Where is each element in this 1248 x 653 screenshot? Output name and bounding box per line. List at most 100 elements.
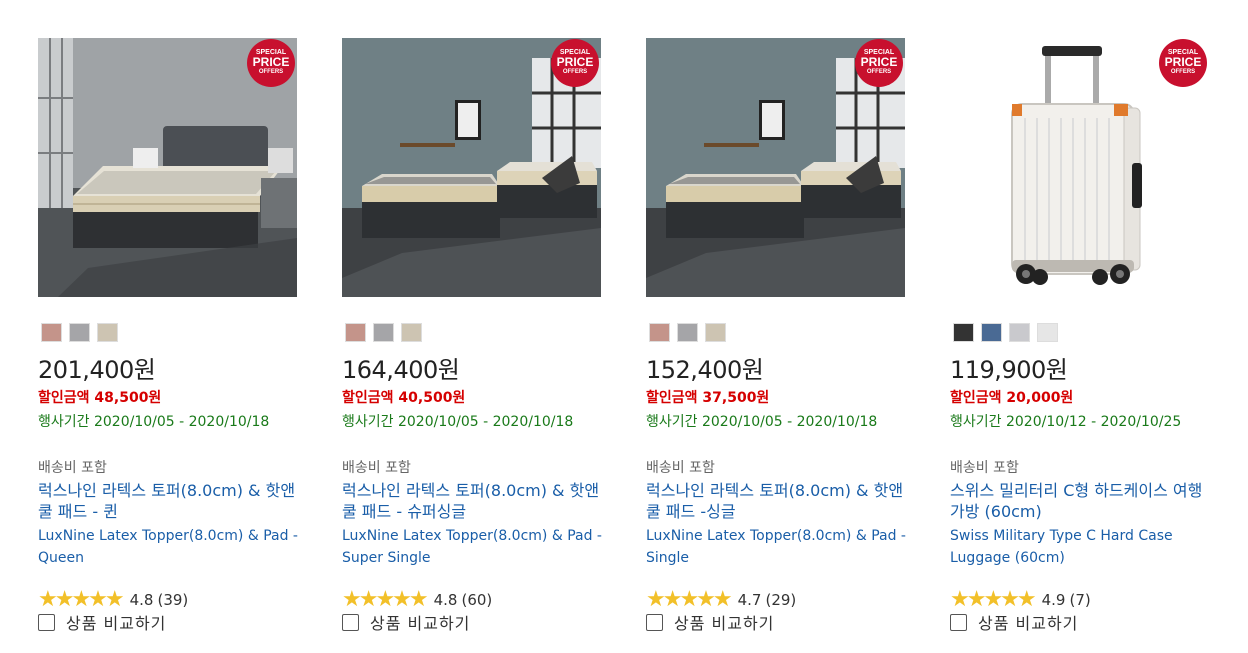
color-swatch[interactable] (97, 323, 118, 342)
compare-label: 상품 비교하기 (674, 614, 775, 633)
badge-line-1: SPECIAL (559, 49, 591, 56)
color-swatch[interactable] (345, 323, 366, 342)
compare-label: 상품 비교하기 (370, 614, 471, 633)
product-name-english[interactable]: LuxNine Latex Topper(8.0cm) & Pad - Sing… (646, 525, 908, 569)
rating-score: 4.8 (129, 591, 154, 609)
product-image-link[interactable]: SPECIAL PRICE OFFERS (342, 38, 601, 297)
badge-line-2: PRICE (252, 55, 290, 69)
discount-value: 48,500원 (94, 390, 162, 406)
discount-amount: 할인금액 48,500원 (38, 387, 161, 407)
special-price-offers-badge: SPECIAL PRICE OFFERS (551, 39, 599, 87)
review-count: (7) (1069, 591, 1091, 609)
color-swatch[interactable] (677, 323, 698, 342)
product-rating: ★★★★★ 4.8 (39) (38, 589, 188, 611)
review-count: (39) (157, 591, 189, 609)
product-price: 119,900원 (950, 356, 1068, 384)
promotion-period: 행사기간 2020/10/05 - 2020/10/18 (646, 414, 878, 430)
discount-value: 20,000원 (1006, 390, 1074, 406)
shipping-info: 배송비 포함 (646, 460, 715, 476)
color-swatch[interactable] (1009, 323, 1030, 342)
product-card: SPECIAL PRICE OFFERS 119,900원 할인금액 20,00… (950, 38, 1220, 633)
checkbox[interactable] (646, 613, 663, 631)
compare-product-checkbox[interactable]: 상품 비교하기 (950, 610, 1078, 634)
product-price: 152,400원 (646, 356, 764, 384)
badge-line-2: PRICE (1164, 55, 1202, 69)
product-name-korean[interactable]: 스위스 밀리터리 C형 하드케이스 여행가방 (60cm) (950, 480, 1212, 522)
discount-amount: 할인금액 20,000원 (950, 387, 1073, 407)
compare-product-checkbox[interactable]: 상품 비교하기 (342, 610, 470, 634)
color-swatch[interactable] (401, 323, 422, 342)
checkbox[interactable] (950, 613, 967, 631)
rating-score: 4.7 (737, 591, 762, 609)
badge-line-3: OFFERS (562, 69, 588, 75)
rating-score: 4.9 (1041, 591, 1066, 609)
product-rating: ★★★★★ 4.7 (29) (646, 589, 796, 611)
color-swatches (345, 323, 422, 342)
star-rating-icon: ★★★★★ (646, 587, 733, 612)
review-count: (60) (461, 591, 493, 609)
product-rating: ★★★★★ 4.8 (60) (342, 589, 492, 611)
color-swatches (41, 323, 118, 342)
compare-label: 상품 비교하기 (66, 614, 167, 633)
discount-value: 37,500원 (702, 390, 770, 406)
checkbox[interactable] (38, 613, 55, 631)
color-swatch[interactable] (41, 323, 62, 342)
special-price-offers-badge: SPECIAL PRICE OFFERS (1159, 39, 1207, 87)
checkbox[interactable] (342, 613, 359, 631)
color-swatch[interactable] (649, 323, 670, 342)
product-image-link[interactable]: SPECIAL PRICE OFFERS (950, 38, 1209, 297)
badge-line-3: OFFERS (258, 69, 284, 75)
star-rating-icon: ★★★★★ (950, 587, 1037, 612)
promotion-period: 행사기간 2020/10/05 - 2020/10/18 (342, 414, 574, 430)
product-card: SPECIAL PRICE OFFERS 164,400원 할인금액 40,50… (342, 38, 612, 633)
badge-line-2: PRICE (860, 55, 898, 69)
star-rating-icon: ★★★★★ (38, 587, 125, 612)
promotion-period: 행사기간 2020/10/05 - 2020/10/18 (38, 414, 270, 430)
product-name-korean[interactable]: 럭스나인 라텍스 토퍼(8.0cm) & 핫앤쿨 패드 -싱글 (646, 480, 908, 522)
color-swatch[interactable] (1037, 323, 1058, 342)
product-image-link[interactable]: SPECIAL PRICE OFFERS (646, 38, 905, 297)
color-swatch[interactable] (705, 323, 726, 342)
special-price-offers-badge: SPECIAL PRICE OFFERS (247, 39, 295, 87)
rating-score: 4.8 (433, 591, 458, 609)
product-image-link[interactable]: SPECIAL PRICE OFFERS (38, 38, 297, 297)
product-price: 201,400원 (38, 356, 156, 384)
discount-label: 할인금액 (950, 390, 1002, 406)
shipping-info: 배송비 포함 (950, 460, 1019, 476)
product-price: 164,400원 (342, 356, 460, 384)
badge-line-1: SPECIAL (1167, 49, 1199, 56)
compare-product-checkbox[interactable]: 상품 비교하기 (646, 610, 774, 634)
color-swatches (649, 323, 726, 342)
compare-label: 상품 비교하기 (978, 614, 1079, 633)
color-swatch[interactable] (981, 323, 1002, 342)
special-price-offers-badge: SPECIAL PRICE OFFERS (855, 39, 903, 87)
product-name-korean[interactable]: 럭스나인 라텍스 토퍼(8.0cm) & 핫앤쿨 패드 - 슈퍼싱글 (342, 480, 604, 522)
color-swatch[interactable] (69, 323, 90, 342)
discount-label: 할인금액 (38, 390, 90, 406)
product-card: SPECIAL PRICE OFFERS 201,400원 할인금액 48,50… (38, 38, 308, 633)
product-name-english[interactable]: LuxNine Latex Topper(8.0cm) & Pad -Super… (342, 525, 604, 569)
discount-amount: 할인금액 40,500원 (342, 387, 465, 407)
color-swatch[interactable] (373, 323, 394, 342)
product-card: SPECIAL PRICE OFFERS 152,400원 할인금액 37,50… (646, 38, 916, 633)
compare-product-checkbox[interactable]: 상품 비교하기 (38, 610, 166, 634)
discount-amount: 할인금액 37,500원 (646, 387, 769, 407)
color-swatch[interactable] (953, 323, 974, 342)
promotion-period: 행사기간 2020/10/12 - 2020/10/25 (950, 414, 1182, 430)
product-name-english[interactable]: LuxNine Latex Topper(8.0cm) & Pad -Queen (38, 525, 300, 569)
discount-label: 할인금액 (342, 390, 394, 406)
color-swatches (953, 323, 1058, 342)
discount-label: 할인금액 (646, 390, 698, 406)
badge-line-3: OFFERS (1170, 69, 1196, 75)
star-rating-icon: ★★★★★ (342, 587, 429, 612)
badge-line-1: SPECIAL (255, 49, 287, 56)
discount-value: 40,500원 (398, 390, 466, 406)
product-name-korean[interactable]: 럭스나인 라텍스 토퍼(8.0cm) & 핫앤쿨 패드 - 퀸 (38, 480, 300, 522)
shipping-info: 배송비 포함 (342, 460, 411, 476)
review-count: (29) (765, 591, 797, 609)
product-name-english[interactable]: Swiss Military Type C Hard Case Luggage … (950, 525, 1212, 569)
product-rating: ★★★★★ 4.9 (7) (950, 589, 1091, 611)
badge-line-1: SPECIAL (863, 49, 895, 56)
badge-line-3: OFFERS (866, 69, 892, 75)
shipping-info: 배송비 포함 (38, 460, 107, 476)
